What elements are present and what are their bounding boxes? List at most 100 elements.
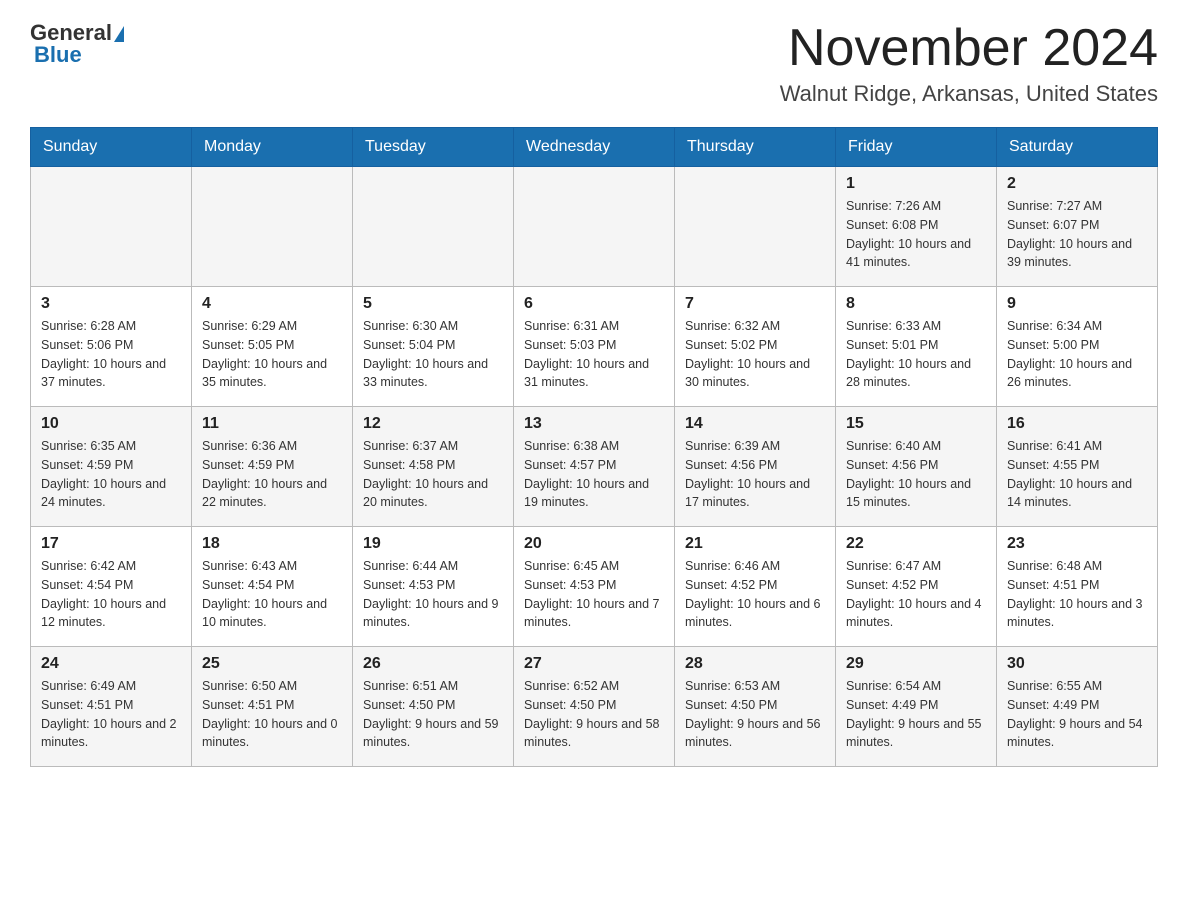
day-info: Sunrise: 6:30 AMSunset: 5:04 PMDaylight:… bbox=[363, 317, 503, 392]
day-of-week-header: Wednesday bbox=[514, 128, 675, 167]
calendar-day-cell: 4 Sunrise: 6:29 AMSunset: 5:05 PMDaylight… bbox=[192, 287, 353, 407]
location-title: Walnut Ridge, Arkansas, United States bbox=[780, 81, 1158, 107]
day-number: 30 bbox=[1007, 655, 1147, 673]
day-number: 8 bbox=[846, 295, 986, 313]
calendar-week-row: 10Sunrise: 6:35 AMSunset: 4:59 PMDayligh… bbox=[31, 407, 1158, 527]
day-number: 24 bbox=[41, 655, 181, 673]
day-info: Sunrise: 6:51 AMSunset: 4:50 PMDaylight:… bbox=[363, 677, 503, 752]
calendar-week-row: 1 Sunrise: 7:26 AMSunset: 6:08 PMDaylight… bbox=[31, 167, 1158, 287]
calendar-day-cell: 6 Sunrise: 6:31 AMSunset: 5:03 PMDaylight… bbox=[514, 287, 675, 407]
day-info: Sunrise: 6:52 AMSunset: 4:50 PMDaylight:… bbox=[524, 677, 664, 752]
calendar-day-cell: 21 Sunrise: 6:46 AMSunset: 4:52 PMDayligh… bbox=[675, 527, 836, 647]
day-info: Sunrise: 6:28 AMSunset: 5:06 PMDaylight:… bbox=[41, 317, 181, 392]
calendar-week-row: 3 Sunrise: 6:28 AMSunset: 5:06 PMDaylight… bbox=[31, 287, 1158, 407]
logo: General Blue bbox=[30, 20, 124, 68]
calendar-day-cell: 23 Sunrise: 6:48 AMSunset: 4:51 PMDayligh… bbox=[997, 527, 1158, 647]
calendar-day-cell: 11 Sunrise: 6:36 AMSunset: 4:59 PMDayligh… bbox=[192, 407, 353, 527]
day-number: 14 bbox=[685, 415, 825, 433]
day-info: Sunrise: 7:26 AMSunset: 6:08 PMDaylight:… bbox=[846, 197, 986, 272]
logo-blue-text: Blue bbox=[34, 42, 82, 68]
day-number: 1 bbox=[846, 175, 986, 193]
calendar-day-cell: 29Sunrise: 6:54 AMSunset: 4:49 PMDayligh… bbox=[836, 647, 997, 767]
calendar-day-cell: 26 Sunrise: 6:51 AMSunset: 4:50 PMDayligh… bbox=[353, 647, 514, 767]
day-number: 3 bbox=[41, 295, 181, 313]
day-info: Sunrise: 6:46 AMSunset: 4:52 PMDaylight:… bbox=[685, 557, 825, 632]
calendar-day-cell: 17 Sunrise: 6:42 AMSunset: 4:54 PMDayligh… bbox=[31, 527, 192, 647]
day-of-week-header: Sunday bbox=[31, 128, 192, 167]
calendar-day-cell: 28Sunrise: 6:53 AMSunset: 4:50 PMDayligh… bbox=[675, 647, 836, 767]
day-info: Sunrise: 6:45 AMSunset: 4:53 PMDaylight:… bbox=[524, 557, 664, 632]
day-number: 21 bbox=[685, 535, 825, 553]
calendar-day-cell: 15 Sunrise: 6:40 AMSunset: 4:56 PMDayligh… bbox=[836, 407, 997, 527]
day-number: 26 bbox=[363, 655, 503, 673]
day-info: Sunrise: 6:50 AMSunset: 4:51 PMDaylight:… bbox=[202, 677, 342, 752]
day-number: 19 bbox=[363, 535, 503, 553]
calendar-header-row: SundayMondayTuesdayWednesdayThursdayFrid… bbox=[31, 128, 1158, 167]
calendar-day-cell bbox=[31, 167, 192, 287]
calendar-day-cell: 16Sunrise: 6:41 AMSunset: 4:55 PMDayligh… bbox=[997, 407, 1158, 527]
calendar-day-cell: 18 Sunrise: 6:43 AMSunset: 4:54 PMDayligh… bbox=[192, 527, 353, 647]
day-info: Sunrise: 6:48 AMSunset: 4:51 PMDaylight:… bbox=[1007, 557, 1147, 632]
calendar-day-cell: 22Sunrise: 6:47 AMSunset: 4:52 PMDayligh… bbox=[836, 527, 997, 647]
day-info: Sunrise: 6:32 AMSunset: 5:02 PMDaylight:… bbox=[685, 317, 825, 392]
calendar-day-cell: 27Sunrise: 6:52 AMSunset: 4:50 PMDayligh… bbox=[514, 647, 675, 767]
calendar-day-cell: 9Sunrise: 6:34 AMSunset: 5:00 PMDaylight… bbox=[997, 287, 1158, 407]
day-info: Sunrise: 6:37 AMSunset: 4:58 PMDaylight:… bbox=[363, 437, 503, 512]
calendar-day-cell: 19 Sunrise: 6:44 AMSunset: 4:53 PMDayligh… bbox=[353, 527, 514, 647]
day-info: Sunrise: 6:40 AMSunset: 4:56 PMDaylight:… bbox=[846, 437, 986, 512]
day-of-week-header: Saturday bbox=[997, 128, 1158, 167]
calendar-day-cell bbox=[353, 167, 514, 287]
day-of-week-header: Friday bbox=[836, 128, 997, 167]
calendar-week-row: 24 Sunrise: 6:49 AMSunset: 4:51 PMDayligh… bbox=[31, 647, 1158, 767]
day-number: 22 bbox=[846, 535, 986, 553]
calendar-week-row: 17 Sunrise: 6:42 AMSunset: 4:54 PMDayligh… bbox=[31, 527, 1158, 647]
calendar-day-cell: 14 Sunrise: 6:39 AMSunset: 4:56 PMDayligh… bbox=[675, 407, 836, 527]
calendar-day-cell bbox=[514, 167, 675, 287]
day-number: 2 bbox=[1007, 175, 1147, 193]
day-info: Sunrise: 6:53 AMSunset: 4:50 PMDaylight:… bbox=[685, 677, 825, 752]
calendar-day-cell: 30Sunrise: 6:55 AMSunset: 4:49 PMDayligh… bbox=[997, 647, 1158, 767]
title-section: November 2024 Walnut Ridge, Arkansas, Un… bbox=[780, 20, 1158, 107]
calendar-day-cell: 3 Sunrise: 6:28 AMSunset: 5:06 PMDaylight… bbox=[31, 287, 192, 407]
calendar-day-cell: 5 Sunrise: 6:30 AMSunset: 5:04 PMDaylight… bbox=[353, 287, 514, 407]
day-info: Sunrise: 6:29 AMSunset: 5:05 PMDaylight:… bbox=[202, 317, 342, 392]
day-info: Sunrise: 6:39 AMSunset: 4:56 PMDaylight:… bbox=[685, 437, 825, 512]
calendar-day-cell: 8Sunrise: 6:33 AMSunset: 5:01 PMDaylight… bbox=[836, 287, 997, 407]
day-number: 25 bbox=[202, 655, 342, 673]
day-info: Sunrise: 6:42 AMSunset: 4:54 PMDaylight:… bbox=[41, 557, 181, 632]
calendar-day-cell: 1 Sunrise: 7:26 AMSunset: 6:08 PMDaylight… bbox=[836, 167, 997, 287]
day-number: 4 bbox=[202, 295, 342, 313]
day-info: Sunrise: 7:27 AMSunset: 6:07 PMDaylight:… bbox=[1007, 197, 1147, 272]
day-info: Sunrise: 6:49 AMSunset: 4:51 PMDaylight:… bbox=[41, 677, 181, 752]
day-info: Sunrise: 6:54 AMSunset: 4:49 PMDaylight:… bbox=[846, 677, 986, 752]
day-info: Sunrise: 6:38 AMSunset: 4:57 PMDaylight:… bbox=[524, 437, 664, 512]
day-info: Sunrise: 6:43 AMSunset: 4:54 PMDaylight:… bbox=[202, 557, 342, 632]
calendar-day-cell: 20Sunrise: 6:45 AMSunset: 4:53 PMDayligh… bbox=[514, 527, 675, 647]
day-number: 18 bbox=[202, 535, 342, 553]
calendar-day-cell bbox=[192, 167, 353, 287]
day-of-week-header: Tuesday bbox=[353, 128, 514, 167]
day-number: 12 bbox=[363, 415, 503, 433]
day-of-week-header: Thursday bbox=[675, 128, 836, 167]
month-title: November 2024 bbox=[780, 20, 1158, 77]
day-info: Sunrise: 6:41 AMSunset: 4:55 PMDaylight:… bbox=[1007, 437, 1147, 512]
calendar-day-cell: 7Sunrise: 6:32 AMSunset: 5:02 PMDaylight… bbox=[675, 287, 836, 407]
day-number: 17 bbox=[41, 535, 181, 553]
page-header: General Blue November 2024 Walnut Ridge,… bbox=[30, 20, 1158, 107]
day-number: 11 bbox=[202, 415, 342, 433]
calendar-day-cell: 24 Sunrise: 6:49 AMSunset: 4:51 PMDayligh… bbox=[31, 647, 192, 767]
day-number: 15 bbox=[846, 415, 986, 433]
calendar-day-cell: 10Sunrise: 6:35 AMSunset: 4:59 PMDayligh… bbox=[31, 407, 192, 527]
day-of-week-header: Monday bbox=[192, 128, 353, 167]
calendar-day-cell bbox=[675, 167, 836, 287]
day-info: Sunrise: 6:36 AMSunset: 4:59 PMDaylight:… bbox=[202, 437, 342, 512]
day-number: 23 bbox=[1007, 535, 1147, 553]
day-info: Sunrise: 6:31 AMSunset: 5:03 PMDaylight:… bbox=[524, 317, 664, 392]
day-number: 13 bbox=[524, 415, 664, 433]
day-number: 5 bbox=[363, 295, 503, 313]
calendar-day-cell: 2 Sunrise: 7:27 AMSunset: 6:07 PMDaylight… bbox=[997, 167, 1158, 287]
day-number: 9 bbox=[1007, 295, 1147, 313]
day-number: 10 bbox=[41, 415, 181, 433]
day-info: Sunrise: 6:44 AMSunset: 4:53 PMDaylight:… bbox=[363, 557, 503, 632]
day-number: 6 bbox=[524, 295, 664, 313]
